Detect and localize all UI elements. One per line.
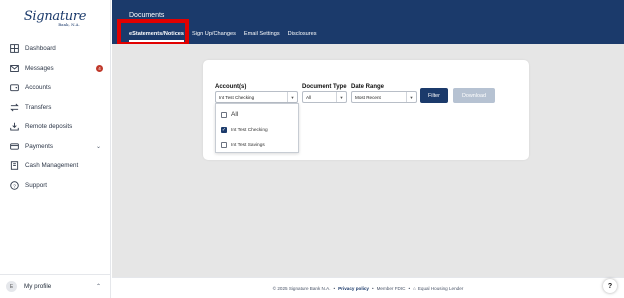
sidebar-item-label: Dashboard	[25, 45, 56, 53]
help-button[interactable]: ?	[603, 279, 617, 293]
document-type-select[interactable]: All ▼	[302, 91, 347, 103]
privacy-policy-link[interactable]: Privacy policy	[338, 286, 369, 291]
transfer-arrows-icon	[10, 103, 19, 112]
chevron-down-icon: ▼	[287, 92, 297, 102]
accounts-label: Account(s)	[215, 84, 247, 90]
sidebar: Signature Bank, N.A. Dashboard Messages …	[0, 0, 111, 298]
sidebar-item-label: Cash Management	[25, 162, 79, 170]
sidebar-item-label: Payments	[25, 142, 53, 150]
question-circle-icon: ?	[10, 181, 19, 190]
download-tray-icon	[10, 122, 19, 131]
sidebar-item-remote-deposits[interactable]: Remote deposits	[0, 117, 110, 137]
sidebar-item-dashboard[interactable]: Dashboard	[0, 39, 110, 59]
copyright-text: © 2025 Signature Bank N.A.	[272, 285, 331, 291]
checkbox[interactable]	[221, 142, 227, 148]
equal-housing-icon: ⌂	[413, 285, 416, 291]
tab-sign-up-changes[interactable]: Sign Up/Changes	[192, 31, 236, 42]
tab-email-settings[interactable]: Email Settings	[244, 31, 280, 42]
tab-estatements-notices[interactable]: eStatements/Notices	[129, 31, 185, 42]
main-content	[112, 44, 624, 277]
document-type-value: All	[306, 94, 312, 100]
building-icon	[10, 161, 19, 170]
sidebar-item-label: Accounts	[25, 84, 51, 92]
member-fdic-text: Member FDIC	[376, 285, 406, 291]
dropdown-option-all[interactable]: All	[221, 111, 238, 118]
sidebar-item-cash-management[interactable]: Cash Management	[0, 156, 110, 176]
tab-disclosures[interactable]: Disclosures	[288, 31, 317, 42]
sidebar-item-label: Messages	[25, 64, 54, 72]
chevron-down-icon[interactable]: ⌄	[96, 143, 101, 150]
date-range-value: Most Recent	[355, 94, 381, 100]
avatar: E	[6, 281, 17, 292]
sidebar-item-label: Remote deposits	[25, 123, 73, 131]
sidebar-item-messages[interactable]: Messages 4	[0, 59, 110, 79]
page-footer: © 2025 Signature Bank N.A. • Privacy pol…	[112, 277, 624, 298]
bank-logo[interactable]: Signature Bank, N.A.	[0, 0, 110, 35]
option-label: Int Test Savings	[231, 142, 265, 148]
separator: •	[371, 285, 374, 291]
chevron-down-icon: ▼	[406, 92, 416, 102]
dropdown-option-int-test-checking[interactable]: ✓ Int Test Checking	[221, 127, 268, 133]
svg-text:?: ?	[13, 183, 16, 189]
sidebar-item-label: Transfers	[25, 103, 52, 111]
sidebar-item-support[interactable]: ? Support	[0, 176, 110, 196]
page-title: Documents	[129, 12, 165, 19]
accounts-dropdown-menu: All ✓ Int Test Checking Int Test Savings	[215, 103, 299, 153]
page-header: Documents eStatements/Notices Sign Up/Ch…	[112, 0, 624, 44]
sidebar-item-payments[interactable]: Payments ⌄	[0, 137, 110, 157]
accounts-select[interactable]: Int Test Checking ▼	[215, 91, 298, 103]
option-label: Int Test Checking	[231, 127, 268, 133]
messages-count-badge: 4	[96, 64, 103, 72]
accounts-select-value: Int Test Checking	[219, 94, 255, 100]
checkbox-checked[interactable]: ✓	[221, 127, 227, 133]
sidebar-item-transfers[interactable]: Transfers	[0, 98, 110, 118]
dashboard-icon	[10, 44, 19, 54]
chevron-down-icon: ▼	[336, 92, 346, 102]
equal-housing-text: Equal Housing Lender	[417, 285, 464, 291]
date-range-select[interactable]: Most Recent ▼	[351, 91, 417, 103]
sidebar-item-label: Support	[25, 181, 48, 189]
document-type-label: Document Type	[302, 84, 347, 90]
document-tabs: eStatements/Notices Sign Up/Changes Emai…	[129, 31, 325, 42]
download-button[interactable]: Download	[453, 88, 495, 103]
logo-subtext: Bank, N.A.	[58, 21, 80, 27]
checkbox[interactable]	[221, 111, 227, 118]
dropdown-option-int-test-savings[interactable]: Int Test Savings	[221, 142, 265, 148]
profile-label: My profile	[24, 283, 52, 290]
chevron-up-icon[interactable]: ⌃	[96, 283, 101, 290]
sidebar-nav: Dashboard Messages 4 Accounts Transfers	[0, 39, 110, 195]
wallet-icon	[10, 83, 19, 92]
sidebar-item-accounts[interactable]: Accounts	[0, 78, 110, 98]
option-label: All	[231, 111, 239, 118]
envelope-icon	[10, 64, 19, 73]
date-range-label: Date Range	[351, 84, 385, 90]
separator: •	[333, 285, 336, 291]
credit-card-icon	[10, 142, 19, 151]
separator: •	[408, 285, 411, 291]
my-profile-menu[interactable]: E My profile ⌃	[0, 274, 111, 298]
filter-button[interactable]: Filter	[420, 88, 448, 103]
